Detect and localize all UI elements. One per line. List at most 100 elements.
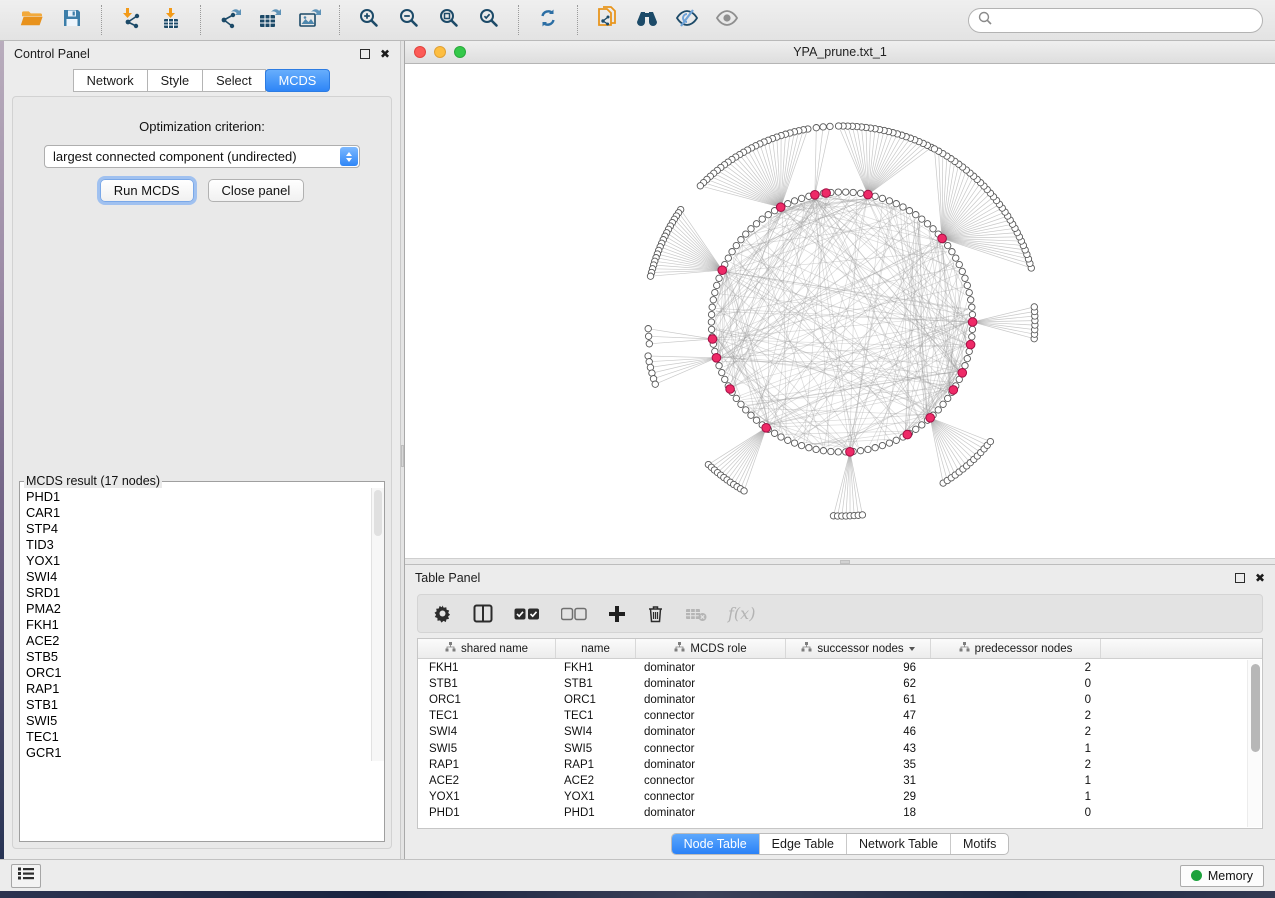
cell-name[interactable]: TEC1 <box>556 708 636 724</box>
first-neighbors-button[interactable] <box>627 3 667 37</box>
cell-predecessor-nodes[interactable]: 2 <box>931 724 1101 740</box>
export-image-button[interactable] <box>290 3 330 37</box>
cell-predecessor-nodes[interactable]: 2 <box>931 757 1101 773</box>
cell-name[interactable]: ACE2 <box>556 773 636 789</box>
cell-mcds-role[interactable]: dominator <box>636 676 786 692</box>
cell-name[interactable]: ORC1 <box>556 692 636 708</box>
cell-shared-name[interactable]: SWI5 <box>418 740 556 756</box>
mcds-result-item[interactable]: STP4 <box>26 521 371 537</box>
delete-table-button[interactable] <box>685 606 707 622</box>
splitter-grip[interactable] <box>840 560 850 564</box>
cell-successor-nodes[interactable]: 29 <box>786 789 931 805</box>
cell-mcds-role[interactable]: dominator <box>636 660 786 676</box>
cell-mcds-role[interactable]: dominator <box>636 757 786 773</box>
cell-shared-name[interactable]: PHD1 <box>418 805 556 821</box>
control-panel-tab[interactable]: Network <box>73 69 148 92</box>
cell-mcds-role[interactable]: connector <box>636 740 786 756</box>
table-column-header[interactable]: shared name <box>418 639 556 658</box>
close-panel-icon[interactable]: ✖ <box>380 49 390 59</box>
cell-successor-nodes[interactable]: 46 <box>786 724 931 740</box>
table-row[interactable]: ORC1 ORC1 dominator 61 0 <box>418 692 1262 708</box>
control-panel-tab[interactable]: Select <box>202 69 266 92</box>
cell-shared-name[interactable]: STB1 <box>418 676 556 692</box>
cell-name[interactable]: FKH1 <box>556 660 636 676</box>
table-column-header[interactable]: name <box>556 639 636 658</box>
deselect-all-rows-button[interactable] <box>561 607 587 621</box>
table-row[interactable]: TEC1 TEC1 connector 47 2 <box>418 708 1262 724</box>
create-new-column-button[interactable] <box>608 605 626 623</box>
cell-predecessor-nodes[interactable]: 1 <box>931 740 1101 756</box>
cell-name[interactable]: YOX1 <box>556 789 636 805</box>
table-row[interactable]: RAP1 RAP1 dominator 35 2 <box>418 757 1262 773</box>
mcds-result-item[interactable]: FKH1 <box>26 617 371 633</box>
cell-shared-name[interactable]: ACE2 <box>418 773 556 789</box>
cell-successor-nodes[interactable]: 62 <box>786 676 931 692</box>
cell-successor-nodes[interactable]: 43 <box>786 740 931 756</box>
table-settings-button[interactable] <box>433 604 452 623</box>
table-scrollbar[interactable] <box>1247 660 1261 827</box>
cell-predecessor-nodes[interactable]: 1 <box>931 789 1101 805</box>
mcds-result-item[interactable]: PHD1 <box>26 489 371 505</box>
delete-columns-button[interactable] <box>647 604 664 623</box>
cell-shared-name[interactable]: TEC1 <box>418 708 556 724</box>
table-row[interactable]: SWI5 SWI5 connector 43 1 <box>418 740 1262 756</box>
toggle-panel-layout-button[interactable] <box>473 604 493 623</box>
cell-mcds-role[interactable]: connector <box>636 789 786 805</box>
cell-predecessor-nodes[interactable]: 1 <box>931 773 1101 789</box>
save-session-button[interactable] <box>52 3 92 37</box>
table-row[interactable]: FKH1 FKH1 dominator 96 2 <box>418 660 1262 676</box>
cell-successor-nodes[interactable]: 61 <box>786 692 931 708</box>
horizontal-splitter[interactable] <box>405 558 1275 565</box>
cell-mcds-role[interactable]: dominator <box>636 805 786 821</box>
cell-shared-name[interactable]: RAP1 <box>418 757 556 773</box>
cell-shared-name[interactable]: ORC1 <box>418 692 556 708</box>
function-builder-button[interactable]: f(x) <box>728 604 755 623</box>
select-all-rows-button[interactable] <box>514 607 540 621</box>
mcds-result-item[interactable]: STB1 <box>26 697 371 713</box>
cell-name[interactable]: SWI4 <box>556 724 636 740</box>
show-all-button[interactable] <box>707 3 747 37</box>
cell-mcds-role[interactable]: connector <box>636 708 786 724</box>
control-panel-tab[interactable]: Style <box>147 69 203 92</box>
table-panel-tab[interactable]: Network Table <box>846 834 950 854</box>
mcds-result-item[interactable]: CAR1 <box>26 505 371 521</box>
import-table-button[interactable] <box>151 3 191 37</box>
table-panel-tab[interactable]: Edge Table <box>759 834 846 854</box>
mcds-result-item[interactable]: PMA2 <box>26 601 371 617</box>
cell-mcds-role[interactable]: dominator <box>636 724 786 740</box>
table-column-header[interactable]: successor nodes <box>786 639 931 658</box>
mcds-result-item[interactable]: SWI4 <box>26 569 371 585</box>
cell-mcds-role[interactable]: connector <box>636 773 786 789</box>
export-network-button[interactable] <box>210 3 250 37</box>
scrollbar-thumb[interactable] <box>1251 664 1260 752</box>
hide-selected-button[interactable] <box>667 3 707 37</box>
mcds-result-item[interactable]: TID3 <box>26 537 371 553</box>
mcds-result-item[interactable]: GCR1 <box>26 745 371 761</box>
mcds-result-item[interactable]: ACE2 <box>26 633 371 649</box>
table-row[interactable]: ACE2 ACE2 connector 31 1 <box>418 773 1262 789</box>
cell-name[interactable]: SWI5 <box>556 740 636 756</box>
table-row[interactable]: YOX1 YOX1 connector 29 1 <box>418 789 1262 805</box>
float-panel-icon[interactable] <box>360 49 370 59</box>
search-input[interactable] <box>994 10 1262 30</box>
cell-predecessor-nodes[interactable]: 2 <box>931 660 1101 676</box>
float-panel-icon[interactable] <box>1235 573 1245 583</box>
cell-successor-nodes[interactable]: 31 <box>786 773 931 789</box>
mcds-result-item[interactable]: TEC1 <box>26 729 371 745</box>
mcds-list-scrollbar[interactable] <box>371 488 384 761</box>
memory-button[interactable]: Memory <box>1180 865 1264 887</box>
zoom-selected-button[interactable] <box>469 3 509 37</box>
table-panel-tab[interactable]: Motifs <box>950 834 1008 854</box>
mcds-result-item[interactable]: RAP1 <box>26 681 371 697</box>
mcds-result-item[interactable]: ORC1 <box>26 665 371 681</box>
cell-successor-nodes[interactable]: 47 <box>786 708 931 724</box>
cell-shared-name[interactable]: YOX1 <box>418 789 556 805</box>
cell-successor-nodes[interactable]: 96 <box>786 660 931 676</box>
new-network-from-selection-button[interactable] <box>587 3 627 37</box>
mcds-result-item[interactable]: YOX1 <box>26 553 371 569</box>
run-mcds-button[interactable]: Run MCDS <box>100 179 194 202</box>
network-search-box[interactable] <box>968 8 1263 33</box>
network-canvas[interactable] <box>405 64 1275 558</box>
close-panel-button[interactable]: Close panel <box>208 179 305 202</box>
splitter-grip[interactable] <box>401 445 404 467</box>
